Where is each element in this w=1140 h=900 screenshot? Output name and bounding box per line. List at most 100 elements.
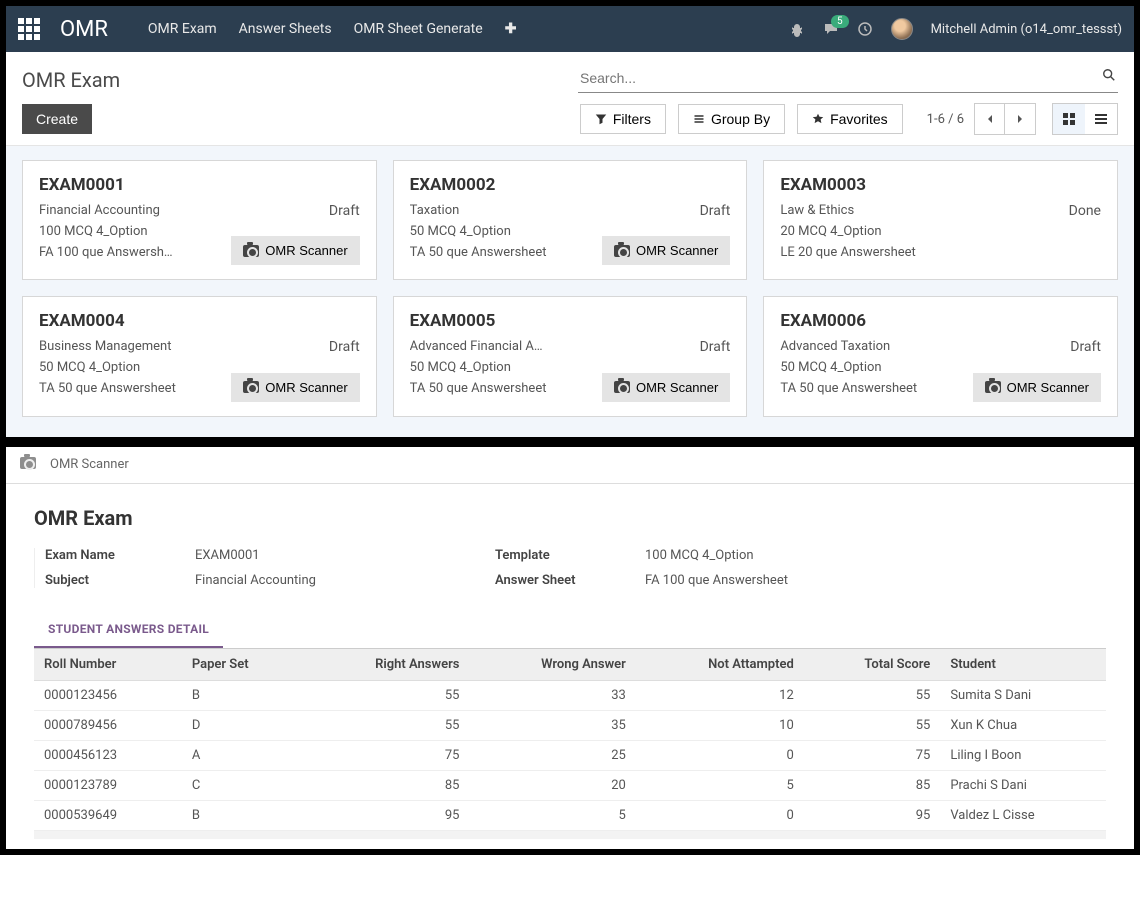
cell-paper-set: D	[182, 710, 304, 740]
search-input[interactable]	[578, 66, 1118, 93]
col-na[interactable]: Not Attampted	[636, 649, 804, 681]
cell-paper-set: A	[182, 740, 304, 770]
cards-area: EXAM0001Financial Accounting100 MCQ 4_Op…	[6, 146, 1134, 437]
cell-wrong: 35	[469, 710, 635, 740]
favorites-label: Favorites	[830, 111, 888, 127]
card-sheet: TA 50 que Answersheet	[410, 243, 595, 264]
cell-wrong: 33	[469, 680, 635, 710]
card-status: Draft	[1070, 339, 1101, 355]
nav-link-omr-sheet-generate[interactable]: OMR Sheet Generate	[354, 21, 483, 37]
table-row[interactable]: 0000539649B955095Valdez L Cisse	[34, 800, 1106, 830]
field-label-exam-name: Exam Name	[45, 548, 195, 563]
detail-title: OMR Exam	[34, 506, 1106, 530]
pager-prev-button[interactable]	[975, 104, 1005, 134]
cell-wrong: 25	[469, 740, 635, 770]
field-label-answer-sheet: Answer Sheet	[495, 573, 645, 588]
omr-scanner-button[interactable]: OMR Scanner	[973, 373, 1101, 402]
groupby-label: Group By	[711, 111, 770, 127]
cell-na: 0	[636, 800, 804, 830]
table-row[interactable]: 0000789456D55351055Xun K Chua	[34, 710, 1106, 740]
nav-link-omr-exam[interactable]: OMR Exam	[148, 21, 217, 37]
cell-paper-set: B	[182, 800, 304, 830]
col-paper-set[interactable]: Paper Set	[182, 649, 304, 681]
card-status: Draft	[329, 339, 360, 355]
card-code: EXAM0002	[410, 175, 731, 195]
cell-na: 12	[636, 680, 804, 710]
favorites-button[interactable]: Favorites	[797, 104, 903, 134]
card-subject: Advanced Taxation	[780, 337, 965, 358]
star-icon	[812, 113, 824, 125]
col-roll[interactable]: Roll Number	[34, 649, 182, 681]
cell-right: 85	[304, 770, 470, 800]
exam-card[interactable]: EXAM0005Advanced Financial A…50 MCQ 4_Op…	[393, 296, 748, 416]
table-row[interactable]: 0000123456B55331255Sumita S Dani	[34, 680, 1106, 710]
cell-paper-set: B	[182, 680, 304, 710]
scan-label: OMR Scanner	[265, 380, 347, 395]
cell-right: 55	[304, 680, 470, 710]
create-button[interactable]: Create	[22, 104, 92, 134]
card-subject: Taxation	[410, 201, 595, 222]
col-wrong[interactable]: Wrong Answer	[469, 649, 635, 681]
cell-student: Valdez L Cisse	[940, 800, 1106, 830]
user-name[interactable]: Mitchell Admin (o14_omr_tessst)	[931, 22, 1122, 37]
exam-card[interactable]: EXAM0002 Taxation50 MCQ 4_OptionTA 50 que…	[393, 160, 748, 280]
card-template: 50 MCQ 4_Option	[410, 222, 595, 243]
card-status: Draft	[700, 203, 731, 219]
avatar[interactable]	[891, 18, 913, 40]
brand-title: OMR	[60, 17, 108, 42]
exam-card[interactable]: EXAM0006Advanced Taxation50 MCQ 4_Option…	[763, 296, 1118, 416]
omr-scanner-button[interactable]: OMR Scanner	[602, 373, 730, 402]
pager-next-button[interactable]	[1005, 104, 1035, 134]
card-status: Draft	[329, 203, 360, 219]
filters-button[interactable]: Filters	[580, 104, 666, 134]
field-value-exam-name: EXAM0001	[195, 548, 495, 563]
list-view-button[interactable]	[1085, 104, 1117, 134]
cell-na: 0	[636, 740, 804, 770]
kanban-view-button[interactable]	[1053, 104, 1085, 134]
apps-icon[interactable]	[18, 18, 40, 40]
filters-label: Filters	[613, 111, 651, 127]
field-label-template: Template	[495, 548, 645, 563]
nav-link-answer-sheets[interactable]: Answer Sheets	[239, 21, 332, 37]
clock-icon[interactable]	[857, 21, 873, 37]
col-right[interactable]: Right Answers	[304, 649, 470, 681]
cell-roll: 0000456123	[34, 740, 182, 770]
cell-score: 55	[804, 710, 941, 740]
list-view-icon	[1095, 114, 1107, 124]
camera-icon	[243, 381, 259, 393]
search-icon[interactable]	[1102, 68, 1116, 82]
table-row[interactable]: 0000456123A7525075Liling I Boon	[34, 740, 1106, 770]
card-subject: Law & Ethics	[780, 201, 965, 222]
chat-icon[interactable]: 5	[823, 21, 839, 37]
breadcrumb[interactable]: OMR Scanner	[50, 457, 129, 472]
field-value-subject: Financial Accounting	[195, 573, 495, 588]
cell-score: 55	[804, 680, 941, 710]
exam-card[interactable]: EXAM0001Financial Accounting100 MCQ 4_Op…	[22, 160, 377, 280]
omr-scanner-button[interactable]: OMR Scanner	[602, 236, 730, 265]
scan-label: OMR Scanner	[636, 243, 718, 258]
field-label-subject: Subject	[45, 573, 195, 588]
cell-roll: 0000789456	[34, 710, 182, 740]
omr-scanner-button[interactable]: OMR Scanner	[231, 373, 359, 402]
card-code: EXAM0005	[410, 311, 731, 331]
omr-scanner-button[interactable]: OMR Scanner	[231, 236, 359, 265]
groupby-button[interactable]: Group By	[678, 104, 785, 134]
list-icon	[693, 113, 705, 125]
card-sheet: LE 20 que Answersheet	[780, 243, 965, 264]
col-score[interactable]: Total Score	[804, 649, 941, 681]
nav-plus-icon[interactable]: ✚	[505, 21, 517, 37]
cell-student: Prachi S Dani	[940, 770, 1106, 800]
col-student[interactable]: Student	[940, 649, 1106, 681]
card-status: Draft	[700, 339, 731, 355]
tab-student-answers[interactable]: STUDENT ANSWERS DETAIL	[34, 612, 223, 648]
cell-student: Sumita S Dani	[940, 680, 1106, 710]
card-code: EXAM0001	[39, 175, 360, 195]
table-row[interactable]: 0000123789C8520585Prachi S Dani	[34, 770, 1106, 800]
bug-icon[interactable]	[789, 21, 805, 37]
answers-table: Roll Number Paper Set Right Answers Wron…	[34, 649, 1106, 831]
card-template: 100 MCQ 4_Option	[39, 222, 224, 243]
top-nav: OMR OMR Exam Answer Sheets OMR Sheet Gen…	[6, 6, 1134, 52]
exam-card[interactable]: EXAM0003Law & Ethics20 MCQ 4_OptionLE 20…	[763, 160, 1118, 280]
exam-card[interactable]: EXAM0004Business Management50 MCQ 4_Opti…	[22, 296, 377, 416]
card-code: EXAM0003	[780, 175, 1101, 195]
